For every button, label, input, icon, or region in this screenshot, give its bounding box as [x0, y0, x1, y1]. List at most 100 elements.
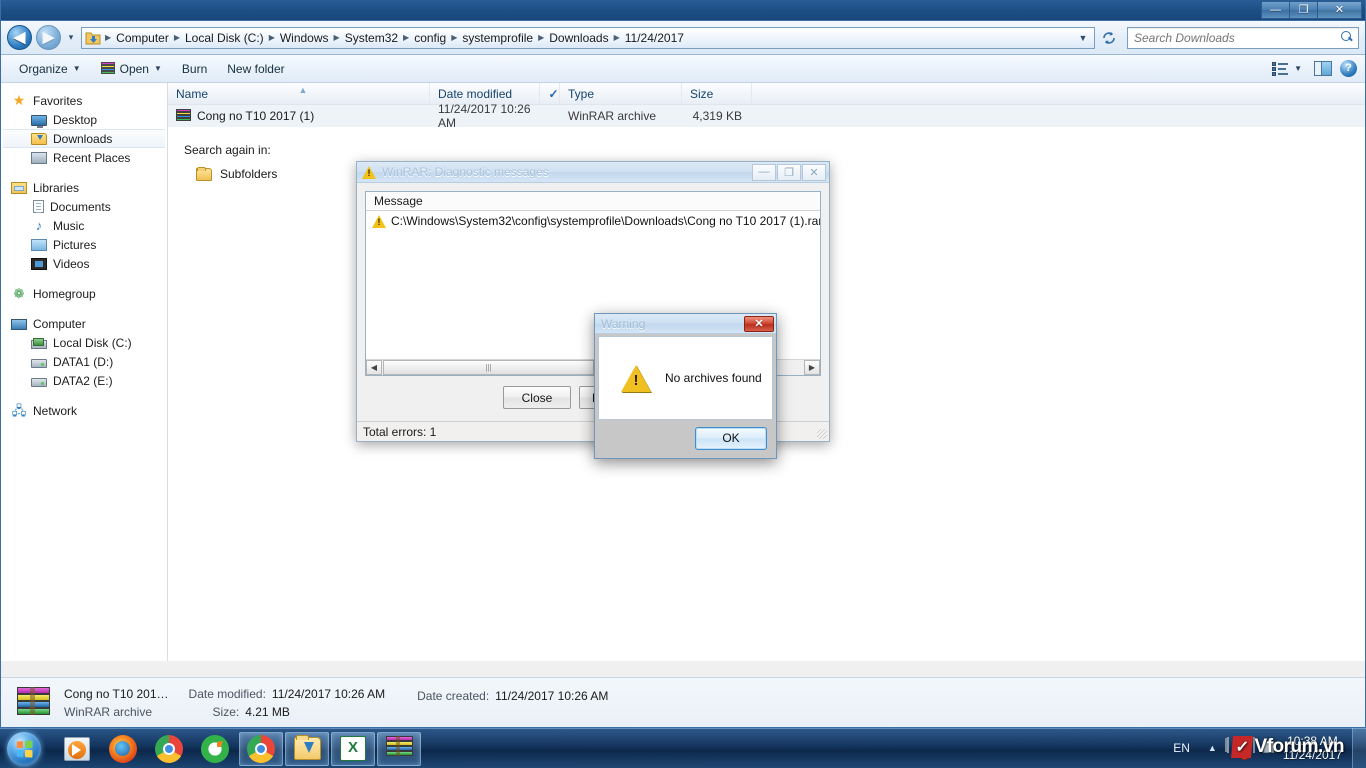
- organize-button[interactable]: Organize ▼: [9, 59, 91, 79]
- sidebar-group-homegroup[interactable]: ❁ Homegroup: [1, 284, 167, 303]
- scroll-left-icon[interactable]: ◀: [366, 360, 382, 375]
- minimize-button[interactable]: —: [1261, 1, 1290, 19]
- column-header-type[interactable]: Type: [560, 83, 682, 104]
- show-hidden-icons-button[interactable]: ▲: [1200, 743, 1225, 753]
- scroll-right-icon[interactable]: ▶: [804, 360, 820, 375]
- breadcrumb-sep[interactable]: ▶: [450, 33, 458, 42]
- network-status-icon[interactable]: [1252, 737, 1275, 758]
- address-bar[interactable]: ▶ Computer ▶ Local Disk (C:) ▶ Windows ▶…: [81, 26, 1095, 49]
- sidebar-group-network[interactable]: 🖧 Network: [1, 401, 167, 420]
- clock[interactable]: 10:38 AM 11/24/2017: [1277, 734, 1352, 762]
- recent-pages-caret[interactable]: ▾: [65, 32, 77, 43]
- sidebar-item-recent-places[interactable]: Recent Places: [1, 148, 167, 167]
- sidebar-item-documents[interactable]: Documents: [1, 197, 167, 216]
- breadcrumb-computer[interactable]: Computer: [112, 30, 173, 46]
- winrar-title-bar[interactable]: WinRAR: Diagnostic messages — ❐ ✕: [357, 162, 829, 183]
- breadcrumb-sep[interactable]: ▶: [402, 33, 410, 42]
- music-icon: ♪: [35, 217, 43, 233]
- warning-icon: [362, 165, 376, 179]
- warning-ok-button[interactable]: OK: [695, 426, 767, 450]
- sidebar-group-label: Computer: [33, 316, 86, 331]
- sidebar-item-data2-e[interactable]: DATA2 (E:): [1, 371, 167, 390]
- breadcrumb-sep[interactable]: ▶: [613, 33, 621, 42]
- breadcrumb-sep[interactable]: ▶: [268, 33, 276, 42]
- taskbar-item-winrar-window[interactable]: [377, 731, 421, 766]
- windows-logo-icon: [7, 731, 41, 766]
- details-date-created-row: Date created: 11/24/2017 10:26 AM: [417, 689, 608, 703]
- taskbar-item-idm[interactable]: [193, 732, 237, 766]
- action-center-icon[interactable]: [1226, 737, 1249, 758]
- new-folder-button[interactable]: New folder: [217, 59, 294, 79]
- open-button[interactable]: Open ▼: [91, 59, 172, 79]
- search-input[interactable]: [1132, 29, 1341, 46]
- column-header-name[interactable]: ▲ Name: [168, 83, 430, 104]
- sidebar-group-libraries[interactable]: Libraries: [1, 178, 167, 197]
- breadcrumb-systemprofile[interactable]: systemprofile: [458, 30, 537, 46]
- view-list-icon: [1272, 61, 1289, 76]
- sidebar-item-data1-d[interactable]: DATA1 (D:): [1, 352, 167, 371]
- sidebar-group-favorites[interactable]: ★ Favorites: [1, 91, 167, 110]
- winrar-message-column-header[interactable]: Message: [366, 192, 820, 211]
- taskbar-item-chrome-window[interactable]: [239, 731, 283, 766]
- scrollbar-thumb[interactable]: |||: [383, 360, 594, 375]
- column-header-size[interactable]: Size: [682, 83, 752, 104]
- close-button[interactable]: ✕: [1317, 1, 1362, 19]
- sidebar-item-label: DATA1 (D:): [53, 354, 114, 369]
- winrar-maximize-button[interactable]: ❐: [777, 163, 801, 181]
- file-type-cell: WinRAR archive: [568, 109, 657, 123]
- sidebar-item-local-disk-c[interactable]: Local Disk (C:): [1, 333, 167, 352]
- taskbar-item-explorer-window[interactable]: [285, 731, 329, 766]
- sidebar-item-pictures[interactable]: Pictures: [1, 235, 167, 254]
- taskbar-item-chrome[interactable]: [147, 732, 191, 766]
- breadcrumb-local-disk[interactable]: Local Disk (C:): [181, 30, 268, 46]
- show-desktop-button[interactable]: [1352, 728, 1366, 768]
- breadcrumb-sep[interactable]: ▶: [537, 33, 545, 42]
- winrar-minimize-button[interactable]: —: [752, 163, 776, 181]
- sidebar-item-downloads[interactable]: Downloads: [3, 129, 165, 148]
- details-date-modified-key: Date modified:: [188, 686, 266, 701]
- taskbar-item-firefox[interactable]: [101, 732, 145, 766]
- sidebar-group-computer[interactable]: Computer: [1, 314, 167, 333]
- help-icon[interactable]: ?: [1340, 60, 1357, 77]
- change-view-button[interactable]: ▼: [1268, 59, 1306, 78]
- resize-grip-icon[interactable]: [817, 429, 827, 439]
- forward-button[interactable]: ▶: [36, 25, 61, 50]
- warning-close-button[interactable]: ✕: [744, 315, 774, 332]
- sidebar-item-videos[interactable]: Videos: [1, 254, 167, 273]
- details-created-col: Date created: 11/24/2017 10:26 AM: [417, 689, 608, 703]
- taskbar-item-windows-media-player[interactable]: [55, 732, 99, 766]
- burn-button[interactable]: Burn: [172, 59, 217, 79]
- breadcrumb-system32[interactable]: System32: [341, 30, 402, 46]
- breadcrumb-downloads[interactable]: Downloads: [545, 30, 612, 46]
- start-button[interactable]: [1, 730, 47, 768]
- back-button[interactable]: ◀: [7, 25, 32, 50]
- chevron-down-icon[interactable]: ▼: [1076, 33, 1090, 43]
- winrar-message-row[interactable]: C:\Windows\System32\config\systemprofile…: [366, 211, 820, 228]
- sidebar-item-desktop[interactable]: Desktop: [1, 110, 167, 129]
- details-size-row: Size: 4.21 MB: [189, 705, 386, 719]
- breadcrumb-sep[interactable]: ▶: [173, 33, 181, 42]
- drive-icon: [31, 377, 47, 387]
- file-name-cell[interactable]: Cong no T10 2017 (1): [168, 109, 430, 123]
- maximize-button[interactable]: ❐: [1289, 1, 1318, 19]
- winrar-close-action-button[interactable]: Close: [502, 386, 571, 409]
- breadcrumb-sep[interactable]: ▶: [333, 33, 341, 42]
- column-header-check[interactable]: ✓: [540, 83, 560, 104]
- taskbar-item-excel-window[interactable]: [331, 731, 375, 766]
- column-header-date-modified[interactable]: Date modified: [430, 83, 540, 104]
- taskbar-items: [55, 731, 421, 766]
- breadcrumb-windows[interactable]: Windows: [276, 30, 333, 46]
- breadcrumb-date[interactable]: 11/24/2017: [621, 30, 688, 46]
- breadcrumb-config[interactable]: config: [410, 30, 450, 46]
- table-row[interactable]: Cong no T10 2017 (1) 11/24/2017 10:26 AM…: [168, 102, 1365, 130]
- warning-title-bar[interactable]: Warning ✕: [595, 314, 776, 334]
- search-box[interactable]: [1127, 26, 1359, 49]
- preview-pane-button[interactable]: [1314, 61, 1332, 76]
- winrar-close-button[interactable]: ✕: [802, 163, 826, 181]
- details-size-value: 4.21 MB: [245, 704, 290, 719]
- refresh-button[interactable]: [1099, 28, 1119, 48]
- language-indicator[interactable]: EN: [1163, 741, 1200, 755]
- sidebar-item-music[interactable]: ♪ Music: [1, 216, 167, 235]
- warning-icon: [621, 365, 651, 392]
